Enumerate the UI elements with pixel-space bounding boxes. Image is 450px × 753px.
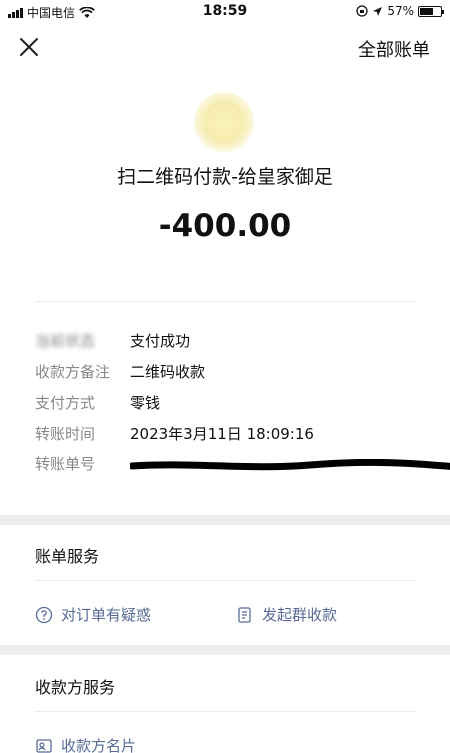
redaction-mark xyxy=(130,459,450,471)
payment-amount: -400.00 xyxy=(158,208,292,244)
group-collect-link[interactable]: 发起群收款 xyxy=(236,604,337,625)
detail-value: 支付成功 xyxy=(130,332,191,350)
contact-card-icon xyxy=(36,738,52,753)
group-collect-label: 发起群收款 xyxy=(262,606,338,624)
status-bar: 中国电信 18:59 57% xyxy=(0,0,450,26)
detail-value: 2023年3月11日 18:09:16 xyxy=(130,425,314,443)
payee-card-link[interactable]: 收款方名片 xyxy=(35,735,136,753)
detail-label: 收款方备注 xyxy=(35,363,111,381)
merchant-title: 扫二维码付款-给皇家御足 xyxy=(117,166,333,188)
order-question-link[interactable]: 对订单有疑惑 xyxy=(35,604,151,625)
all-bills-button[interactable]: 全部账单 xyxy=(358,36,430,62)
battery-icon xyxy=(418,5,444,17)
divider xyxy=(35,301,415,302)
detail-label: 当前状态 xyxy=(35,332,96,350)
battery-percent: 57% xyxy=(387,4,414,18)
detail-label: 转账单号 xyxy=(35,455,96,473)
section-separator xyxy=(0,515,450,525)
close-icon[interactable] xyxy=(18,36,40,58)
bill-service-title: 账单服务 xyxy=(35,547,100,566)
location-icon xyxy=(373,6,383,16)
nav-bar: 全部账单 xyxy=(0,26,450,70)
payee-card-label: 收款方名片 xyxy=(61,737,137,753)
detail-value: 零钱 xyxy=(130,394,161,412)
rotation-lock-icon xyxy=(356,5,368,17)
merchant-avatar xyxy=(194,92,254,152)
divider xyxy=(35,711,415,712)
question-icon xyxy=(35,606,53,623)
detail-value: 二维码收款 xyxy=(130,363,206,381)
payee-service-title: 收款方服务 xyxy=(35,678,116,697)
divider xyxy=(35,580,415,581)
status-right: 57% xyxy=(356,4,444,18)
group-collect-icon xyxy=(238,606,251,623)
section-separator xyxy=(0,645,450,655)
detail-label: 支付方式 xyxy=(35,394,96,412)
order-question-label: 对订单有疑惑 xyxy=(61,606,152,624)
detail-label: 转账时间 xyxy=(35,425,96,443)
